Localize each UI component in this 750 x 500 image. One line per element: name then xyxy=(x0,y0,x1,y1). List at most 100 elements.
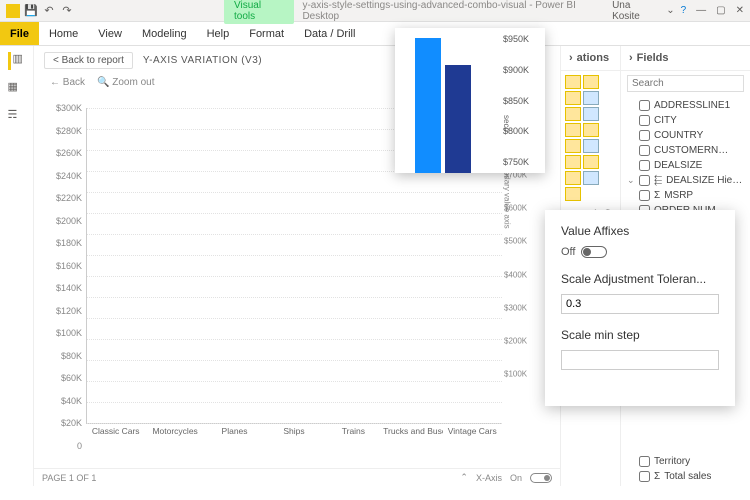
y-tick-label: $20K xyxy=(46,418,82,428)
category-label: Planes xyxy=(205,426,264,446)
visual-title: Y-AXIS VARIATION (V3) xyxy=(143,55,262,66)
popout-tick: $750K xyxy=(503,157,543,167)
field-label: Total sales xyxy=(664,471,711,482)
viz-type-icon[interactable] xyxy=(565,75,581,89)
minimize-icon[interactable]: — xyxy=(696,5,706,16)
window-controls: — ▢ ✕ xyxy=(696,5,744,16)
y-tick-label: $160K xyxy=(46,261,82,271)
field-item[interactable]: Σ Total sales xyxy=(627,469,744,484)
tab-help[interactable]: Help xyxy=(197,22,240,45)
y2-tick-label: $300K xyxy=(504,303,538,312)
field-checkbox[interactable] xyxy=(639,471,650,482)
sigma-icon: Σ xyxy=(654,471,660,482)
viz-type-icon[interactable] xyxy=(565,171,581,185)
popout-tick: $850K xyxy=(503,96,543,106)
viz-type-icon[interactable] xyxy=(565,107,581,121)
field-item[interactable]: COUNTRY xyxy=(627,128,744,143)
redo-icon[interactable]: ↷ xyxy=(60,4,74,18)
field-item[interactable]: Territory xyxy=(627,454,744,469)
user-area[interactable]: Una Kosite ⌄ ? xyxy=(612,0,686,22)
tab-home[interactable]: Home xyxy=(39,22,88,45)
viz-type-icon[interactable] xyxy=(565,123,581,137)
field-checkbox[interactable] xyxy=(639,115,650,126)
tolerance-input[interactable] xyxy=(561,294,719,314)
viz-type-icon[interactable] xyxy=(583,107,599,121)
viz-type-icon[interactable] xyxy=(583,75,599,89)
category-label: Vintage Cars xyxy=(443,426,502,446)
field-checkbox[interactable] xyxy=(639,456,650,467)
bottom-chevron-icon[interactable]: ⌃ xyxy=(460,472,468,483)
y-tick-label: $240K xyxy=(46,171,82,181)
viz-type-icon[interactable] xyxy=(583,123,599,137)
y-tick-label: $140K xyxy=(46,283,82,293)
y2-tick-label: $100K xyxy=(504,369,538,378)
tab-data-drill[interactable]: Data / Drill xyxy=(294,22,365,45)
field-label: CUSTOMERN… xyxy=(654,145,728,156)
category-label: Motorcycles xyxy=(145,426,204,446)
viz-type-icon[interactable] xyxy=(583,171,599,185)
help-icon[interactable]: ? xyxy=(681,5,687,16)
viz-type-icon[interactable] xyxy=(565,91,581,105)
affixes-toggle[interactable] xyxy=(581,246,607,258)
chevron-down-icon: ⌄ xyxy=(666,5,674,16)
popout-tick: $900K xyxy=(503,65,543,75)
close-icon[interactable]: ✕ xyxy=(736,5,744,16)
view-switcher: ▥ ▦ ☴ xyxy=(0,46,34,486)
field-label: ADDRESSLINE1 xyxy=(654,100,730,111)
save-icon[interactable]: 💾 xyxy=(24,4,38,18)
field-label: MSRP xyxy=(664,190,693,201)
field-checkbox[interactable] xyxy=(639,160,650,171)
field-item[interactable]: DEALSIZE xyxy=(627,158,744,173)
field-item[interactable]: CUSTOMERN… xyxy=(627,143,744,158)
tab-modeling[interactable]: Modeling xyxy=(132,22,197,45)
viz-type-icon[interactable] xyxy=(565,187,581,201)
tab-format[interactable]: Format xyxy=(239,22,294,45)
chevron-right-icon: › xyxy=(569,52,573,64)
viz-type-icon[interactable] xyxy=(583,139,599,153)
model-view-icon[interactable]: ☴ xyxy=(8,108,26,126)
fields-search-input[interactable] xyxy=(627,75,744,92)
viz-type-icon[interactable] xyxy=(565,139,581,153)
data-view-icon[interactable]: ▦ xyxy=(8,80,26,98)
field-checkbox[interactable] xyxy=(639,175,650,186)
zoom-out-button[interactable]: 🔍 Zoom out xyxy=(97,77,154,88)
field-checkbox[interactable] xyxy=(639,190,650,201)
y-tick-label: $300K xyxy=(46,103,82,113)
sigma-icon: Σ xyxy=(654,190,660,201)
viz-type-icon[interactable] xyxy=(583,91,599,105)
field-item[interactable]: ADDRESSLINE1 xyxy=(627,98,744,113)
y-tick-label: $220K xyxy=(46,193,82,203)
field-item[interactable]: Σ MSRP xyxy=(627,188,744,203)
category-label: Trains xyxy=(324,426,383,446)
popout-y-labels: $950K$900K$850K$800K$750K xyxy=(501,28,545,173)
y-tick-label: $40K xyxy=(46,396,82,406)
back-to-report-button[interactable]: < Back to report xyxy=(44,52,133,69)
field-item[interactable]: CITY xyxy=(627,113,744,128)
chart-back-button[interactable]: ← Back xyxy=(50,77,85,88)
popout-plot: seco xyxy=(395,28,501,173)
chevron-right-icon: › xyxy=(629,52,633,64)
report-view-icon[interactable]: ▥ xyxy=(8,52,26,70)
viz-type-icon[interactable] xyxy=(565,155,581,169)
tab-view[interactable]: View xyxy=(88,22,132,45)
field-checkbox[interactable] xyxy=(639,130,650,141)
y-tick-label: 0 xyxy=(46,441,82,451)
fields-header[interactable]: ›Fields xyxy=(621,46,750,71)
viz-type-icon[interactable] xyxy=(583,155,599,169)
field-checkbox[interactable] xyxy=(639,100,650,111)
undo-icon[interactable]: ↶ xyxy=(42,4,56,18)
visualizations-header[interactable]: ›ations xyxy=(561,46,620,71)
hierarchy-icon: ⬱ xyxy=(654,175,662,186)
maximize-icon[interactable]: ▢ xyxy=(716,5,725,16)
field-item[interactable]: ⌄⬱DEALSIZE Hie… xyxy=(627,173,744,188)
category-label: Classic Cars xyxy=(86,426,145,446)
viz-gallery xyxy=(561,71,620,205)
category-label: Trucks and Buses xyxy=(383,426,442,446)
page-indicator: PAGE 1 OF 1 xyxy=(42,473,96,483)
xaxis-toggle[interactable] xyxy=(530,473,552,483)
min-step-input[interactable] xyxy=(561,350,719,370)
popout-tick: $950K xyxy=(503,34,543,44)
tab-file[interactable]: File xyxy=(0,22,39,45)
tolerance-label: Scale Adjustment Toleran... xyxy=(561,272,719,286)
field-checkbox[interactable] xyxy=(639,145,650,156)
